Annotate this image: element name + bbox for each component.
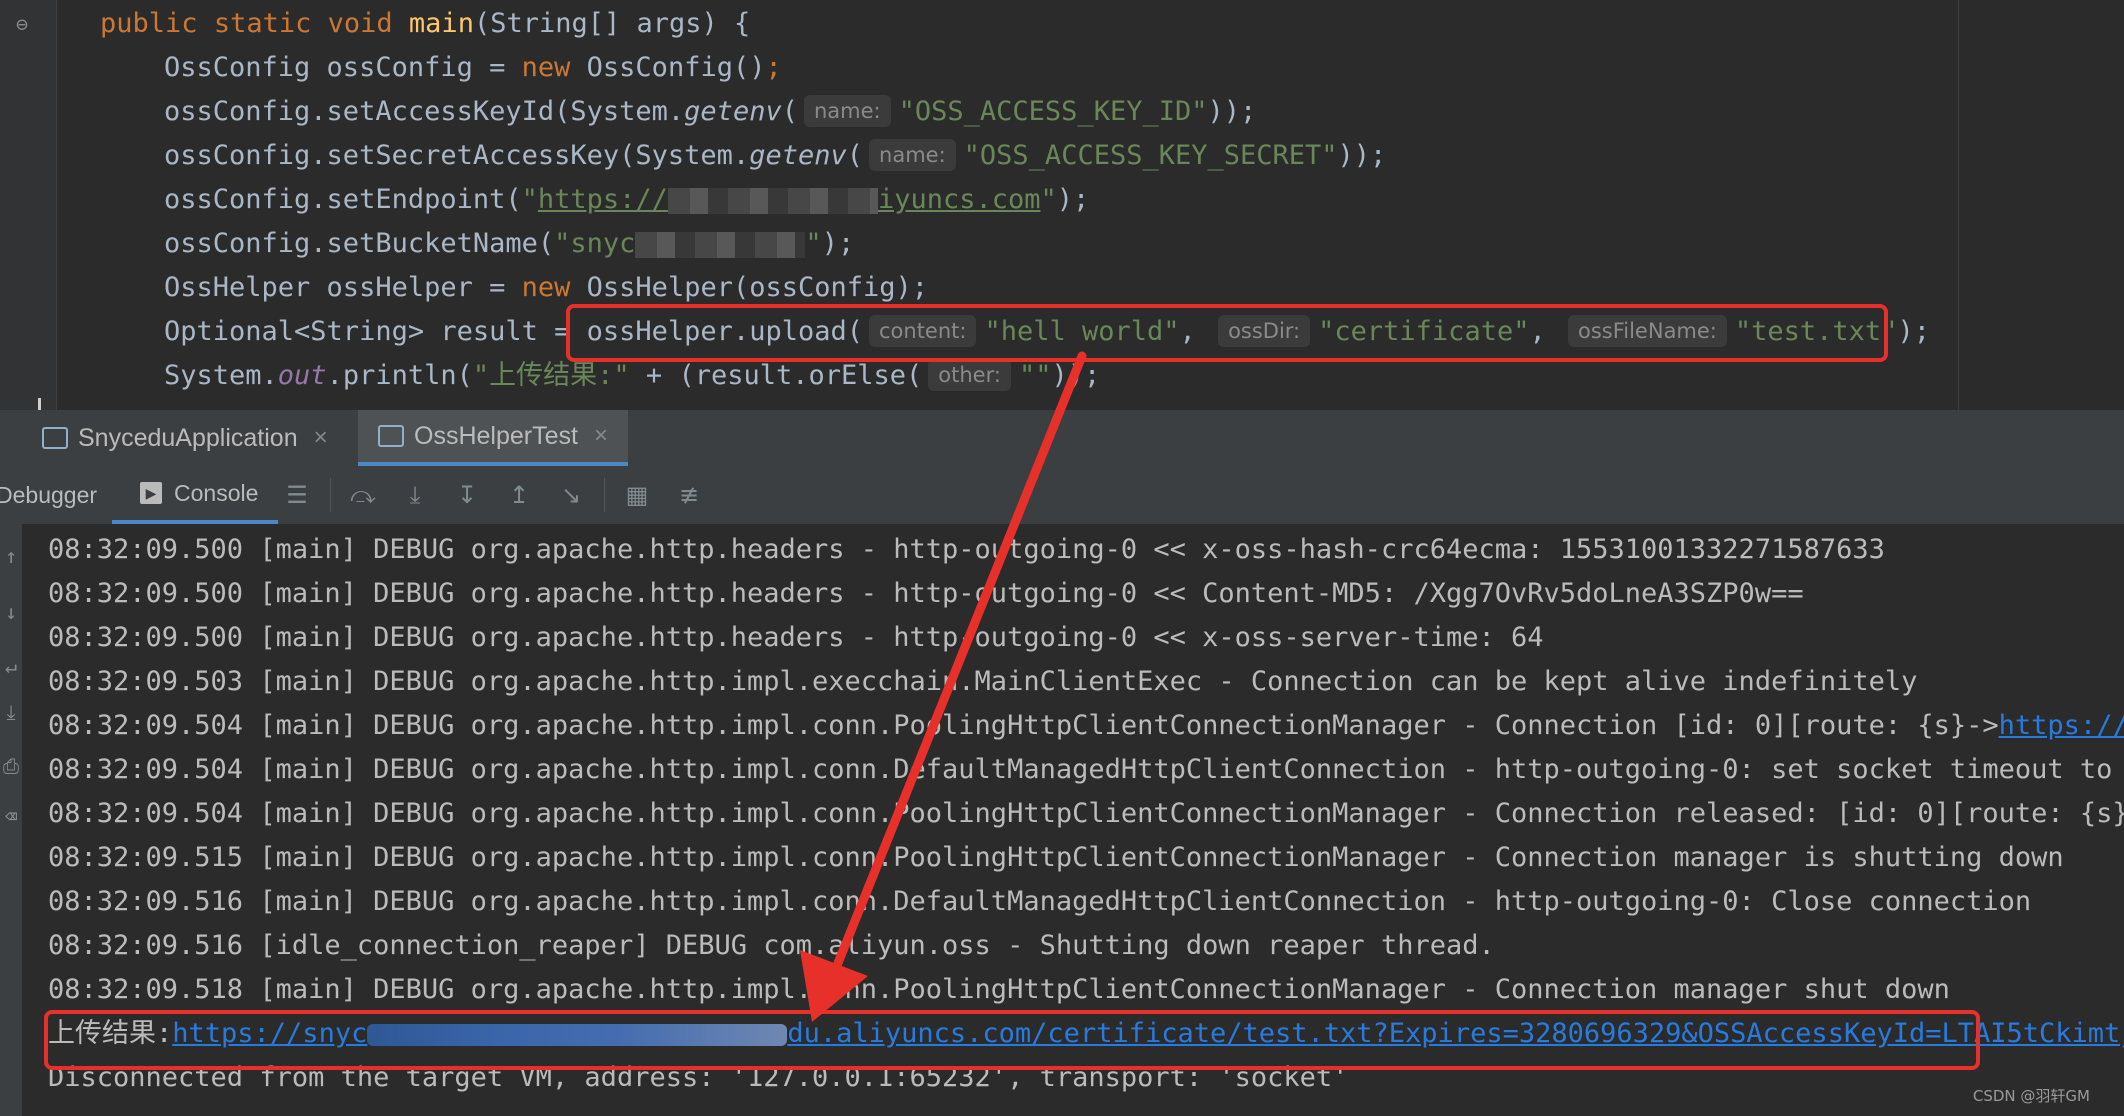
param-hint-name: name: (803, 94, 891, 127)
code-line-ossconfig: OssConfig ossConfig = new OssConfig(); (164, 52, 782, 83)
step-out-icon[interactable]: ↥ (502, 478, 536, 512)
log-line: 08:32:09.500 [main] DEBUG org.apache.htt… (48, 622, 1544, 653)
menu-icon[interactable]: ☰ (280, 478, 314, 512)
step-into-icon[interactable]: ↧ (450, 478, 484, 512)
debug-toolbar: Debugger ▶ Console ☰ ⤼ ⤓ ↧ ↥ ↘ ▦ ≢ (0, 466, 2124, 525)
toolbar-divider (330, 478, 331, 512)
result-highlight (44, 1010, 1980, 1070)
code-line-println: System.out.println("上传结果:" + (result.orE… (164, 358, 1101, 391)
code-line-osshelper: OssHelper ossHelper = new OssHelper(ossC… (164, 272, 929, 303)
code-line-set-endpoint: ossConfig.setEndpoint("https://iyuncs.co… (164, 184, 1090, 215)
evaluate-expression-icon[interactable]: ▦ (620, 478, 654, 512)
text-caret (38, 398, 41, 410)
log-line: 08:32:09.515 [main] DEBUG org.apache.htt… (48, 842, 2064, 873)
run-tab-bar: SnyceduApplication × OssHelperTest × (0, 410, 2124, 467)
editor-gutter: ⊖ (0, 0, 57, 410)
code-line-main: public static void main(String[] args) { (100, 8, 751, 39)
log-line: 08:32:09.504 [main] DEBUG org.apache.htt… (48, 704, 2124, 748)
param-hint-name: name: (869, 138, 956, 171)
print-icon[interactable]: ⎙ (0, 754, 22, 778)
fold-icon[interactable]: ⊖ (16, 12, 34, 36)
close-icon[interactable]: × (314, 424, 328, 452)
redacted-blur (667, 187, 878, 214)
run-config-icon (378, 425, 404, 447)
up-icon[interactable]: ↑ (0, 544, 22, 568)
code-line-set-secret: ossConfig.setSecretAccessKey(System.gete… (164, 138, 1387, 171)
log-line: 08:32:09.500 [main] DEBUG org.apache.htt… (48, 578, 1804, 609)
clear-icon[interactable]: ⌫ (0, 804, 22, 828)
step-over-icon[interactable]: ⤓ (398, 478, 432, 512)
log-line: 08:32:09.504 [main] DEBUG org.apache.htt… (48, 798, 2124, 829)
scroll-end-icon[interactable]: ⤓ (0, 700, 22, 724)
trace-icon[interactable]: ≢ (672, 478, 706, 512)
code-line-set-bucket: ossConfig.setBucketName("snyc "); (164, 228, 855, 259)
upload-call-highlight (566, 304, 1888, 362)
right-margin-guide (1958, 0, 1959, 410)
log-line: 08:32:09.500 [main] DEBUG org.apache.htt… (48, 534, 1885, 565)
code-line-set-access-key: ossConfig.setAccessKeyId(System.getenv(n… (164, 94, 1257, 127)
down-icon[interactable]: ↓ (0, 600, 22, 624)
log-line: 08:32:09.518 [main] DEBUG org.apache.htt… (48, 974, 1950, 1005)
run-config-icon (42, 427, 68, 449)
watermark: CSDN @羽轩GM (1972, 1087, 2090, 1105)
tab-osshelpertest[interactable]: OssHelperTest × (358, 410, 628, 466)
wrap-icon[interactable]: ↵ (0, 654, 22, 678)
tab-snycedu-application[interactable]: SnyceduApplication × (42, 410, 328, 466)
tab-console[interactable]: ▶ Console (112, 466, 279, 524)
route-link[interactable]: https://sn (1999, 710, 2124, 741)
show-execution-point-icon[interactable]: ⤼ (346, 478, 380, 512)
run-to-cursor-icon[interactable]: ↘ (554, 478, 588, 512)
tab-debugger[interactable]: Debugger (0, 466, 97, 524)
log-line: 08:32:09.504 [main] DEBUG org.apache.htt… (48, 754, 2124, 785)
close-icon[interactable]: × (594, 422, 608, 450)
toolbar-divider (604, 478, 605, 512)
param-hint-other: other: (928, 358, 1011, 391)
redacted-blur (635, 231, 806, 258)
log-line: 08:32:09.516 [idle_connection_reaper] DE… (48, 930, 1495, 961)
console-gutter: ↑ ↓ ↵ ⤓ ⎙ ⌫ (0, 524, 22, 1116)
log-line: 08:32:09.516 [main] DEBUG org.apache.htt… (48, 886, 2032, 917)
log-line: 08:32:09.503 [main] DEBUG org.apache.htt… (48, 666, 1918, 697)
console-icon: ▶ (140, 482, 162, 504)
